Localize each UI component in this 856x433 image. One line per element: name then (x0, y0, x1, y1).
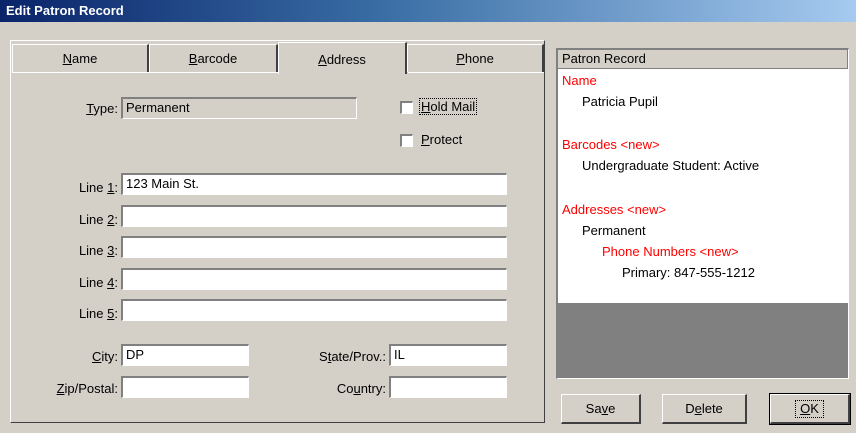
tab-phone-mnemonic: P (456, 51, 465, 66)
type-field: Permanent (121, 97, 357, 119)
save-button[interactable]: Save (561, 394, 641, 424)
tab-phone-label: hone (464, 51, 494, 66)
tab-name-label: ame (72, 51, 98, 66)
ok-button[interactable]: OK (769, 393, 851, 425)
state-label: State/Prov.: (319, 349, 386, 364)
tree-barcodes-heading[interactable]: Barcodes <new> (562, 137, 660, 152)
protect-label[interactable]: Protect (421, 132, 462, 147)
tree-address-value[interactable]: Permanent (582, 223, 646, 238)
line-5-label: Line 5: (78, 306, 118, 321)
hold-mail-label[interactable]: Hold Mail (418, 98, 478, 115)
tab-divider-left (12, 72, 278, 73)
tab-barcode-label: arcode (197, 51, 238, 66)
tree-name-heading[interactable]: Name (562, 73, 597, 88)
ok-label-post: K (810, 401, 819, 416)
delete-button[interactable]: Delete (662, 394, 747, 424)
state-input[interactable]: IL (389, 344, 507, 366)
zip-label: Zip/Postal: (56, 381, 118, 396)
tab-barcode[interactable]: Barcode (149, 44, 278, 72)
tree-header: Patron Record (558, 50, 848, 69)
title-bar[interactable]: Edit Patron Record (0, 0, 856, 22)
country-input[interactable] (389, 376, 507, 398)
line-3-label: Line 3: (78, 243, 118, 258)
tree-phone-value[interactable]: Primary: 847-555-1212 (622, 265, 755, 280)
city-input[interactable]: DP (121, 344, 249, 366)
tab-name[interactable]: Name (12, 44, 149, 72)
line-4-input[interactable] (121, 268, 507, 290)
line-1-label: Line 1: (78, 180, 118, 195)
tree-name-value[interactable]: Patricia Pupil (582, 94, 658, 109)
save-label-pre: Sa (585, 401, 602, 416)
type-label: Type: (86, 101, 118, 116)
zip-input[interactable] (121, 376, 249, 398)
tab-divider-right (408, 72, 544, 73)
tab-address-label: ddress (326, 52, 366, 67)
hold-mail-checkbox[interactable] (400, 101, 413, 114)
protect-checkbox[interactable] (400, 134, 413, 147)
line-1-input[interactable]: 123 Main St. (121, 173, 507, 195)
line-2-label: Line 2: (78, 212, 118, 227)
line-3-input[interactable] (121, 236, 507, 258)
window-title: Edit Patron Record (6, 3, 124, 18)
save-label-post: e (608, 401, 616, 416)
city-label: City: (91, 349, 118, 364)
tree-addresses-heading[interactable]: Addresses <new> (562, 202, 666, 217)
tab-phone[interactable]: Phone (407, 44, 544, 72)
tab-address-mnemonic: A (318, 52, 327, 67)
tab-address[interactable]: Address (278, 42, 407, 74)
ok-label-mnemonic: O (800, 401, 811, 416)
delete-label-post: lete (701, 401, 723, 416)
tree-barcode-value[interactable]: Undergraduate Student: Active (582, 158, 759, 173)
tab-name-mnemonic: N (62, 51, 73, 66)
tree-phones-heading[interactable]: Phone Numbers <new> (602, 244, 739, 259)
line-2-input[interactable] (121, 205, 507, 227)
line-4-label: Line 4: (78, 275, 118, 290)
delete-label-mnemonic: e (694, 401, 702, 416)
delete-label-pre: D (685, 401, 695, 416)
line-5-input[interactable] (121, 299, 507, 321)
country-label: Country: (336, 381, 386, 396)
